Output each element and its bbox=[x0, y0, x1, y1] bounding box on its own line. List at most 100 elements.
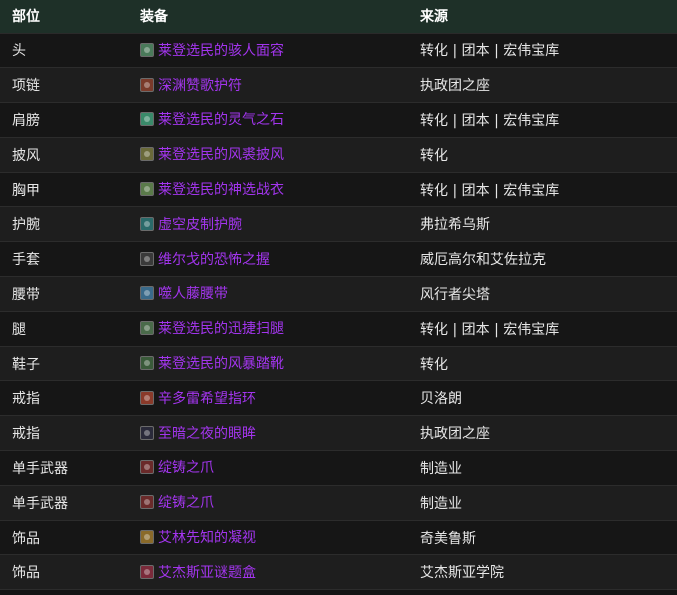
item-name: 虚空皮制护腕 bbox=[158, 216, 242, 233]
item-link[interactable]: 绽铸之爪 bbox=[140, 492, 214, 512]
source-cell: 制造业 bbox=[408, 450, 677, 486]
slot-cell: 肩膀 bbox=[0, 102, 128, 138]
item-link[interactable]: 莱登选民的风裘披风 bbox=[140, 144, 284, 164]
gloves-icon bbox=[140, 251, 154, 266]
table-row: 手套 维尔戈的恐怖之握 威厄高尔和艾佐拉克 bbox=[0, 241, 677, 278]
slot-cell: 头 bbox=[0, 33, 128, 69]
slot-cell: 戒指 bbox=[0, 415, 128, 452]
item-name: 艾林先知的凝视 bbox=[158, 530, 256, 547]
item-name: 莱登选民的迅捷扫腿 bbox=[158, 321, 284, 338]
item-cell: 莱登选民的迅捷扫腿 bbox=[128, 311, 408, 347]
source-cell: 执政团之座 bbox=[408, 415, 677, 452]
source-cell: 转化 bbox=[408, 346, 677, 382]
slot-cell: 单手武器 bbox=[0, 450, 128, 486]
table-row: 戒指 辛多雷希望指环 贝洛朗 bbox=[0, 380, 677, 417]
source-cell: 执政团之座 bbox=[408, 67, 677, 104]
source-cell: 威厄高尔和艾佐拉克 bbox=[408, 241, 677, 278]
box-icon bbox=[140, 564, 154, 579]
slot-cell: 胸甲 bbox=[0, 172, 128, 208]
source-cell: 转化 | 团本 | 宏伟宝库 bbox=[408, 172, 677, 208]
chest-icon bbox=[140, 182, 154, 197]
item-link[interactable]: 维尔戈的恐怖之握 bbox=[140, 249, 270, 269]
table-row: 肩膀 莱登选民的灵气之石 转化 | 团本 | 宏伟宝库 bbox=[0, 102, 677, 138]
table-row: 单手武器 绽铸之爪 制造业 bbox=[0, 485, 677, 521]
source-cell: 转化 | 团本 | 宏伟宝库 bbox=[408, 102, 677, 138]
source-cell: 转化 bbox=[408, 137, 677, 173]
slot-cell: 戒指 bbox=[0, 380, 128, 417]
belt-icon bbox=[140, 286, 154, 301]
item-link[interactable]: 艾杰斯亚谜题盒 bbox=[140, 562, 256, 582]
table-body: 头莱登选民的骇人面容 转化 | 团本 | 宏伟宝库 项链 深渊赞歌护符 执政团之座 肩膀莱… bbox=[0, 33, 677, 591]
slot-cell: 项链 bbox=[0, 67, 128, 104]
table-row: 护腕 虚空皮制护腕 弗拉希乌斯 bbox=[0, 206, 677, 243]
item-link[interactable]: 莱登选民的风暴踏靴 bbox=[140, 353, 284, 373]
item-cell: 虚空皮制护腕 bbox=[128, 206, 408, 243]
table-row: 饰品 艾林先知的凝视 奇美鲁斯 bbox=[0, 520, 677, 556]
item-cell: 莱登选民的风裘披风 bbox=[128, 137, 408, 173]
source-cell: 转化 | 团本 | 宏伟宝库 bbox=[408, 33, 677, 69]
source-cell: 贝洛朗 bbox=[408, 380, 677, 417]
item-link[interactable]: 噬人藤腰带 bbox=[140, 283, 228, 303]
table-row: 胸甲 莱登选民的神选战衣 转化 | 团本 | 宏伟宝库 bbox=[0, 172, 677, 208]
legs-icon bbox=[140, 321, 154, 336]
item-link[interactable]: 莱登选民的神选战衣 bbox=[140, 179, 284, 199]
item-name: 莱登选民的风裘披风 bbox=[158, 147, 284, 164]
source-cell: 制造业 bbox=[408, 485, 677, 521]
ring-icon bbox=[140, 390, 154, 405]
item-name: 绽铸之爪 bbox=[158, 460, 214, 477]
item-cell: 艾杰斯亚谜题盒 bbox=[128, 554, 408, 591]
slot-cell: 护腕 bbox=[0, 206, 128, 243]
item-cell: 深渊赞歌护符 bbox=[128, 67, 408, 104]
table-row: 饰品 艾杰斯亚谜题盒 艾杰斯亚学院 bbox=[0, 554, 677, 591]
item-link[interactable]: 莱登选民的迅捷扫腿 bbox=[140, 318, 284, 338]
item-cell: 辛多雷希望指环 bbox=[128, 380, 408, 417]
item-link[interactable]: 辛多雷希望指环 bbox=[140, 388, 256, 408]
item-cell: 艾林先知的凝视 bbox=[128, 520, 408, 556]
table-row: 腿 莱登选民的迅捷扫腿 转化 | 团本 | 宏伟宝库 bbox=[0, 311, 677, 347]
item-name: 艾杰斯亚谜题盒 bbox=[158, 564, 256, 581]
slot-cell: 鞋子 bbox=[0, 346, 128, 382]
necklace-icon bbox=[140, 77, 154, 92]
table-row: 单手武器 绽铸之爪 制造业 bbox=[0, 450, 677, 486]
source-cell: 奇美鲁斯 bbox=[408, 520, 677, 556]
ring-icon bbox=[140, 425, 154, 440]
header-item: 装备 bbox=[128, 0, 408, 34]
item-cell: 绽铸之爪 bbox=[128, 450, 408, 486]
slot-cell: 披风 bbox=[0, 137, 128, 173]
item-link[interactable]: 莱登选民的灵气之石 bbox=[140, 109, 284, 129]
item-cell: 莱登选民的骇人面容 bbox=[128, 33, 408, 69]
item-link[interactable]: 莱登选民的骇人面容 bbox=[140, 40, 284, 60]
item-link[interactable]: 绽铸之爪 bbox=[140, 457, 214, 477]
table-row: 项链 深渊赞歌护符 执政团之座 bbox=[0, 67, 677, 104]
item-name: 莱登选民的骇人面容 bbox=[158, 42, 284, 59]
item-name: 至暗之夜的眼眸 bbox=[158, 425, 256, 442]
item-cell: 莱登选民的神选战衣 bbox=[128, 172, 408, 208]
table-row: 披风 莱登选民的风裘披风 转化 bbox=[0, 137, 677, 173]
item-link[interactable]: 艾林先知的凝视 bbox=[140, 527, 256, 547]
item-name: 维尔戈的恐怖之握 bbox=[158, 251, 270, 268]
item-link[interactable]: 虚空皮制护腕 bbox=[140, 214, 242, 234]
header-source: 来源 bbox=[408, 0, 677, 34]
source-cell: 风行者尖塔 bbox=[408, 276, 677, 312]
item-name: 噬人藤腰带 bbox=[158, 286, 228, 303]
claw-icon bbox=[140, 460, 154, 475]
item-cell: 莱登选民的灵气之石 bbox=[128, 102, 408, 138]
table-row: 戒指 至暗之夜的眼眸 执政团之座 bbox=[0, 415, 677, 452]
table-row: 鞋子 莱登选民的风暴踏靴 转化 bbox=[0, 346, 677, 382]
gear-table: 部位 装备 来源 头莱登选民的骇人面容 转化 | 团本 | 宏伟宝库 项链 深渊赞歌护… bbox=[0, 0, 677, 591]
item-name: 辛多雷希望指环 bbox=[158, 390, 256, 407]
table-row: 头 莱登选民的骇人面容 转化 | 团本 | 宏伟宝库 bbox=[0, 33, 677, 69]
item-cell: 莱登选民的风暴踏靴 bbox=[128, 346, 408, 382]
item-name: 莱登选民的风暴踏靴 bbox=[158, 356, 284, 373]
item-name: 莱登选民的神选战衣 bbox=[158, 182, 284, 199]
source-cell: 转化 | 团本 | 宏伟宝库 bbox=[408, 311, 677, 347]
item-name: 深渊赞歌护符 bbox=[158, 77, 242, 94]
cloak-icon bbox=[140, 147, 154, 162]
slot-cell: 饰品 bbox=[0, 520, 128, 556]
item-cell: 绽铸之爪 bbox=[128, 485, 408, 521]
source-cell: 弗拉希乌斯 bbox=[408, 206, 677, 243]
bracer-icon bbox=[140, 216, 154, 231]
slot-cell: 单手武器 bbox=[0, 485, 128, 521]
item-link[interactable]: 深渊赞歌护符 bbox=[140, 75, 242, 95]
item-link[interactable]: 至暗之夜的眼眸 bbox=[140, 423, 256, 443]
